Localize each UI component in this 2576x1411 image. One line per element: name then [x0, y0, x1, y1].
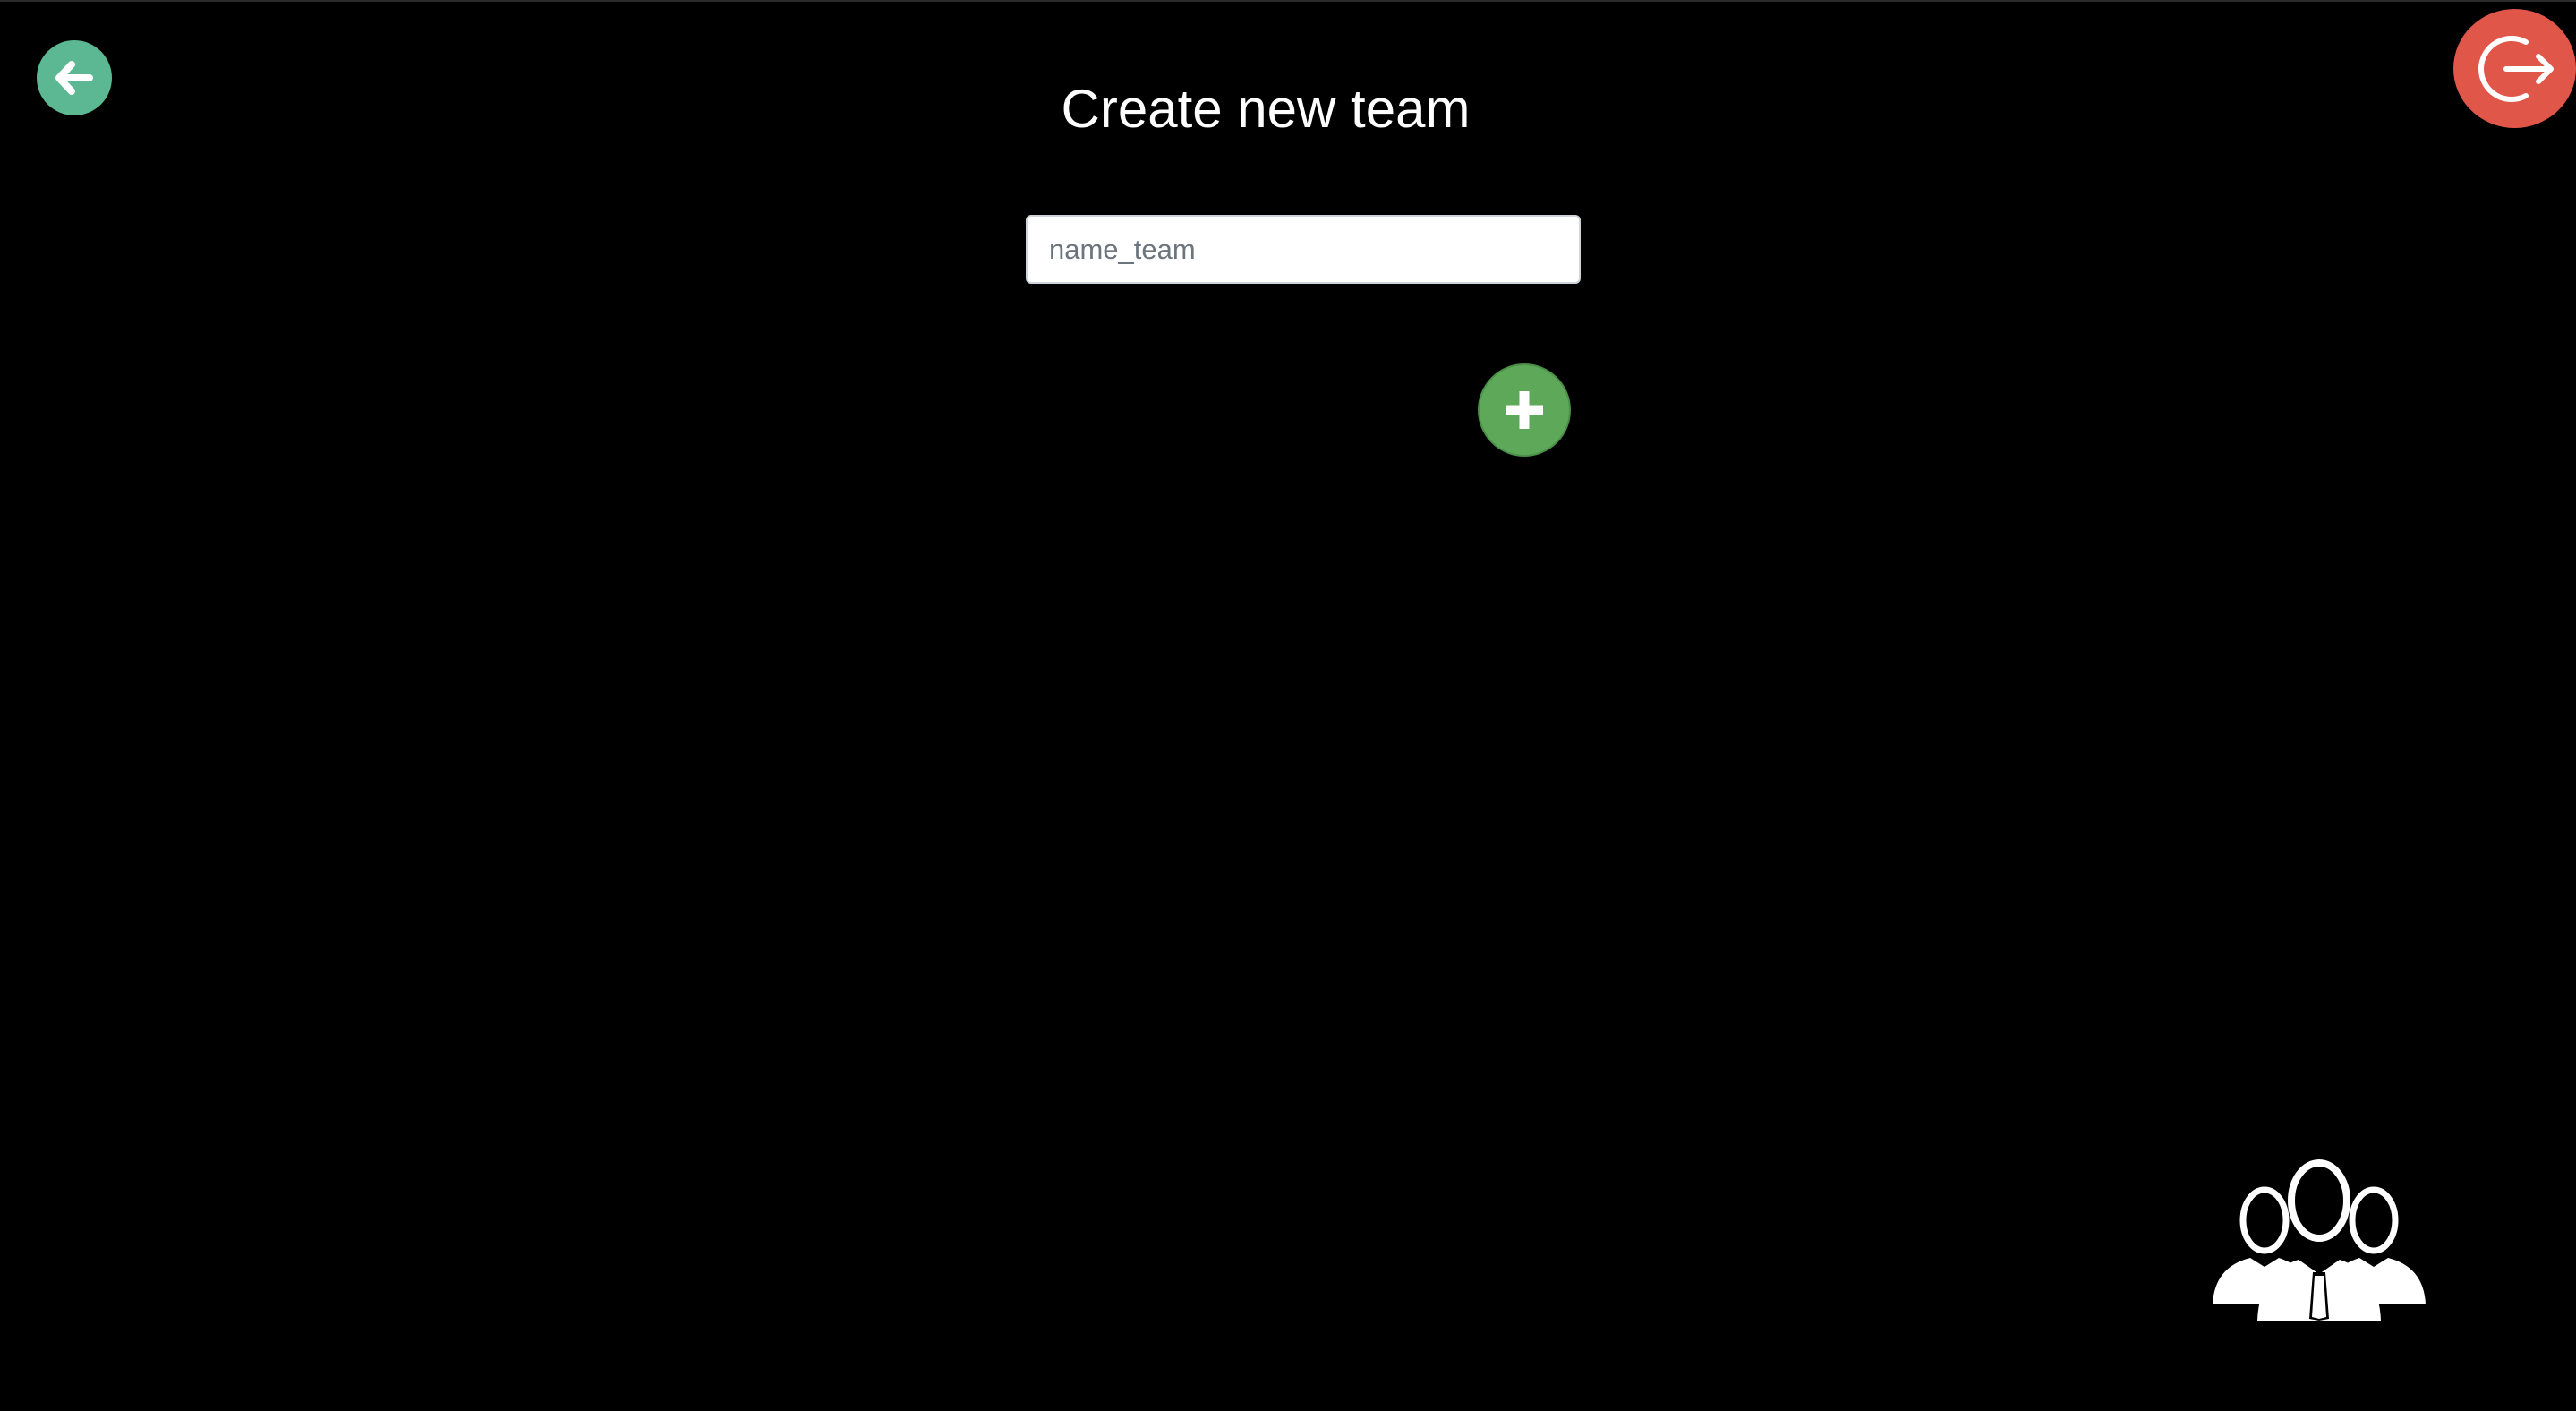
add-team-button[interactable]: [1478, 363, 1571, 457]
sign-out-icon: [2478, 35, 2554, 102]
team-name-input[interactable]: [1026, 215, 1581, 284]
plus-icon: [1506, 391, 1543, 429]
page-title: Create new team: [1061, 79, 1471, 139]
logout-button[interactable]: [2453, 9, 2576, 128]
team-users-icon: [2213, 1159, 2426, 1321]
create-team-page: Create new team: [0, 0, 2576, 1411]
